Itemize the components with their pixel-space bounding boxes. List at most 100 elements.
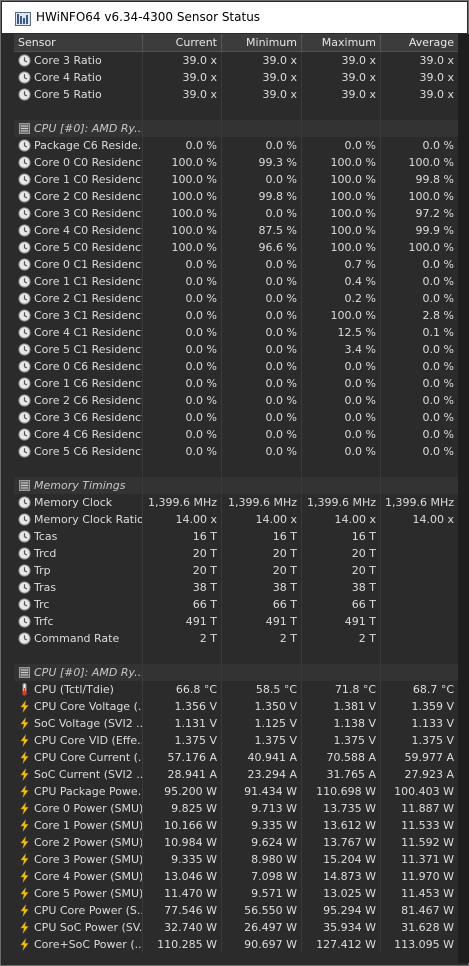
sensor-name-cell: Core 4 Power (SMU)	[14, 868, 143, 885]
sensor-row[interactable]: Tras 38 T 38 T 38 T	[14, 579, 458, 596]
sensor-row[interactable]: CPU SoC Power (SV... 32.740 W 26.497 W 35.9…	[14, 919, 458, 936]
sensor-row[interactable]: Core 4 C0 Residency 100.0 % 87.5 % 100.0 % 9…	[14, 222, 458, 239]
sensor-row[interactable]: SoC Voltage (SVI2 ... 1.131 V 1.125 V 1.138…	[14, 715, 458, 732]
sensor-group-row[interactable]: CPU [#0]: AMD Ry...	[14, 664, 458, 681]
sensor-row[interactable]: Core 3 C6 Residency 0.0 % 0.0 % 0.0 % 0.0 %	[14, 409, 458, 426]
sensor-row[interactable]: Core 5 Power (SMU) 11.470 W 9.571 W 13.025 …	[14, 885, 458, 902]
average-value	[381, 562, 458, 579]
sensor-row[interactable]: SoC Current (SVI2 ... 28.941 A 23.294 A 31.…	[14, 766, 458, 783]
empty-cell	[14, 103, 143, 120]
sensor-row[interactable]: Core 1 C1 Residency 0.0 % 0.0 % 0.4 % 0.0 %	[14, 273, 458, 290]
column-header-average[interactable]: Average	[381, 34, 458, 51]
sensor-group-row[interactable]: Memory Timings	[14, 477, 458, 494]
bolt-icon	[18, 904, 31, 917]
bolt-icon	[18, 751, 31, 764]
sensor-row[interactable]: Core 1 Power (SMU) 10.166 W 9.335 W 13.612 …	[14, 817, 458, 834]
sensor-row[interactable]: Core 2 C0 Residency 100.0 % 99.8 % 100.0 % 1…	[14, 188, 458, 205]
empty-cell	[302, 477, 381, 494]
sensor-row[interactable]: Core 1 C6 Residency 0.0 % 0.0 % 0.0 % 0.0 %	[14, 375, 458, 392]
sensor-row[interactable]: Memory Clock 1,399.6 MHz 1,399.6 MHz 1,399.…	[14, 494, 458, 511]
sensor-row[interactable]: Command Rate 2 T2 T2 T	[14, 630, 458, 647]
sensor-row[interactable]: Core 4 Ratio 39.0 x 39.0 x 39.0 x 39.0 x	[14, 69, 458, 86]
average-value: 100.0 %	[408, 241, 454, 254]
column-header-current[interactable]: Current	[143, 34, 222, 51]
empty-cell	[143, 460, 222, 477]
minimum-value: 0.0 %	[222, 341, 302, 358]
maximum-value: 1.138 V	[302, 715, 381, 732]
sensor-row[interactable]: Trc 66 T 66 T 66 T	[14, 596, 458, 613]
minimum-value: 91.434 W	[222, 783, 302, 800]
empty-cell	[381, 647, 458, 664]
sensor-row[interactable]: CPU Core VID (Effe... 1.375 V 1.375 V 1.375…	[14, 732, 458, 749]
sensor-row[interactable]: Tcas 16 T 16 T 16 T	[14, 528, 458, 545]
vertical-scrollbar[interactable]	[458, 34, 469, 963]
sensor-row[interactable]: CPU Core Power (S... 77.546 W 56.550 W 95.2…	[14, 902, 458, 919]
sensor-label: Memory Clock Ratio	[34, 513, 143, 526]
maximum-value: 14.873 W	[302, 868, 381, 885]
sensor-row[interactable]: Trcd 20 T 20 T 20 T	[14, 545, 458, 562]
average-value: 0.1 %	[422, 326, 454, 339]
sensor-row[interactable]: Core 3 C1 Residency 0.0 % 0.0 % 100.0 % 2.8 …	[14, 307, 458, 324]
sensor-row[interactable]: Core 2 C6 Residency 0.0 % 0.0 % 0.0 % 0.0 %	[14, 392, 458, 409]
sensor-row[interactable]: CPU Core Voltage (... 1.356 V 1.350 V 1.381…	[14, 698, 458, 715]
current-value: 32.740 W	[143, 919, 222, 936]
sensor-name-cell: Core 5 C1 Residency	[14, 341, 143, 358]
current-value: 100.0 %	[143, 171, 222, 188]
current-value: 0.0 %	[143, 409, 222, 426]
sensor-row[interactable]: Core 3 Ratio 39.0 x 39.0 x 39.0 x 39.0 x	[14, 52, 458, 69]
current-value: 38 T	[143, 579, 222, 596]
minimum-value: 0.0 %	[222, 392, 302, 409]
sensor-row[interactable]: Core 5 Ratio 39.0 x 39.0 x 39.0 x 39.0 x	[14, 86, 458, 103]
maximum-value: 0.2 %	[302, 290, 381, 307]
sensor-row[interactable]: Core+SoC Power (... 110.285 W 90.697 W 127.…	[14, 936, 458, 953]
maximum-value: 110.698 W	[302, 783, 381, 800]
sensor-row[interactable]: Core 3 Power (SMU) 9.335 W 8.980 W 15.204 W…	[14, 851, 458, 868]
minimum-value: 58.5 °C	[222, 681, 302, 698]
maximum-value: 13.025 W	[302, 885, 381, 902]
sensor-row[interactable]: Core 4 C1 Residency 0.0 % 0.0 % 12.5 % 0.1 %	[14, 324, 458, 341]
sensor-row[interactable]: Package C6 Reside... 0.0 % 0.0 % 0.0 % 0.0 %	[14, 137, 458, 154]
sensor-row[interactable]: Core 5 C0 Residency 100.0 % 96.6 % 100.0 % 1…	[14, 239, 458, 256]
sensor-row[interactable]: Core 4 C6 Residency 0.0 % 0.0 % 0.0 % 0.0 %	[14, 426, 458, 443]
sensor-row[interactable]: Core 0 C0 Residency 100.0 % 99.3 % 100.0 % 1…	[14, 154, 458, 171]
sensor-row[interactable]: Core 0 Power (SMU) 9.825 W 9.713 W 13.735 W…	[14, 800, 458, 817]
sensor-group-row[interactable]: CPU [#0]: AMD Ry...	[14, 120, 458, 137]
sensor-name-cell: SoC Voltage (SVI2 ...	[14, 715, 143, 732]
sensor-row[interactable]: Core 5 C6 Residency 0.0 % 0.0 % 0.0 % 0.0 %	[14, 443, 458, 460]
average-value: 2.8 %	[422, 309, 454, 322]
sensor-row[interactable]: CPU Core Current (... 57.176 A 40.941 A 70.…	[14, 749, 458, 766]
sensor-row[interactable]: Core 2 Power (SMU) 10.984 W 9.624 W 13.767 …	[14, 834, 458, 851]
group-cell: Memory Timings	[14, 477, 143, 494]
column-header-maximum[interactable]: Maximum	[302, 34, 381, 51]
clock-icon	[18, 54, 31, 67]
maximum-value: 39.0 x	[302, 86, 381, 103]
sensor-row[interactable]: Core 0 C6 Residency 0.0 % 0.0 % 0.0 % 0.0 %	[14, 358, 458, 375]
sensor-label: Core 0 C0 Residency	[34, 156, 143, 169]
sensor-label: Core 4 C6 Residency	[34, 428, 143, 441]
average-value: 100.0 %	[408, 156, 454, 169]
sensor-row[interactable]: Memory Clock Ratio 14.00 x 14.00 x 14.00 x1…	[14, 511, 458, 528]
sensor-row[interactable]: Core 1 C0 Residency 100.0 % 0.0 % 100.0 % 99…	[14, 171, 458, 188]
column-header-minimum[interactable]: Minimum	[222, 34, 302, 51]
column-header-sensor[interactable]: Sensor	[14, 34, 143, 51]
sensor-row[interactable]: Trfc 491 T 491 T 491 T	[14, 613, 458, 630]
current-value: 0.0 %	[143, 358, 222, 375]
title-bar[interactable]: HWiNFO64 v6.34-4300 Sensor Status	[2, 2, 467, 33]
sensor-row[interactable]: CPU (Tctl/Tdie) 66.8 °C 58.5 °C 71.8 °C 68.7…	[14, 681, 458, 698]
current-value: 0.0 %	[143, 137, 222, 154]
sensor-row[interactable]: Core 4 Power (SMU) 13.046 W 7.098 W 14.873 …	[14, 868, 458, 885]
sensor-row[interactable]: Core 0 C1 Residency 0.0 % 0.0 % 0.7 % 0.0 %	[14, 256, 458, 273]
sensor-name-cell: SoC Current (SVI2 ...	[14, 766, 143, 783]
sensor-name-cell: Core 2 C0 Residency	[14, 188, 143, 205]
current-value: 1.356 V	[143, 698, 222, 715]
sensor-row[interactable]: Core 2 C1 Residency 0.0 % 0.0 % 0.2 % 0.0 %	[14, 290, 458, 307]
maximum-value: 491 T	[302, 613, 381, 630]
sensor-row[interactable]: CPU Package Powe... 95.200 W 91.434 W 110.6…	[14, 783, 458, 800]
sensor-row[interactable]: Core 5 C1 Residency 0.0 % 0.0 % 3.4 % 0.0 %	[14, 341, 458, 358]
sensor-row[interactable]: Trp 20 T 20 T 20 T	[14, 562, 458, 579]
sensor-name-cell: Trfc	[14, 613, 143, 630]
clock-icon	[18, 513, 31, 526]
sensor-name-cell: Core 2 C1 Residency	[14, 290, 143, 307]
minimum-value: 2 T	[222, 630, 302, 647]
sensor-row[interactable]: Core 3 C0 Residency 100.0 % 0.0 % 100.0 % 97…	[14, 205, 458, 222]
